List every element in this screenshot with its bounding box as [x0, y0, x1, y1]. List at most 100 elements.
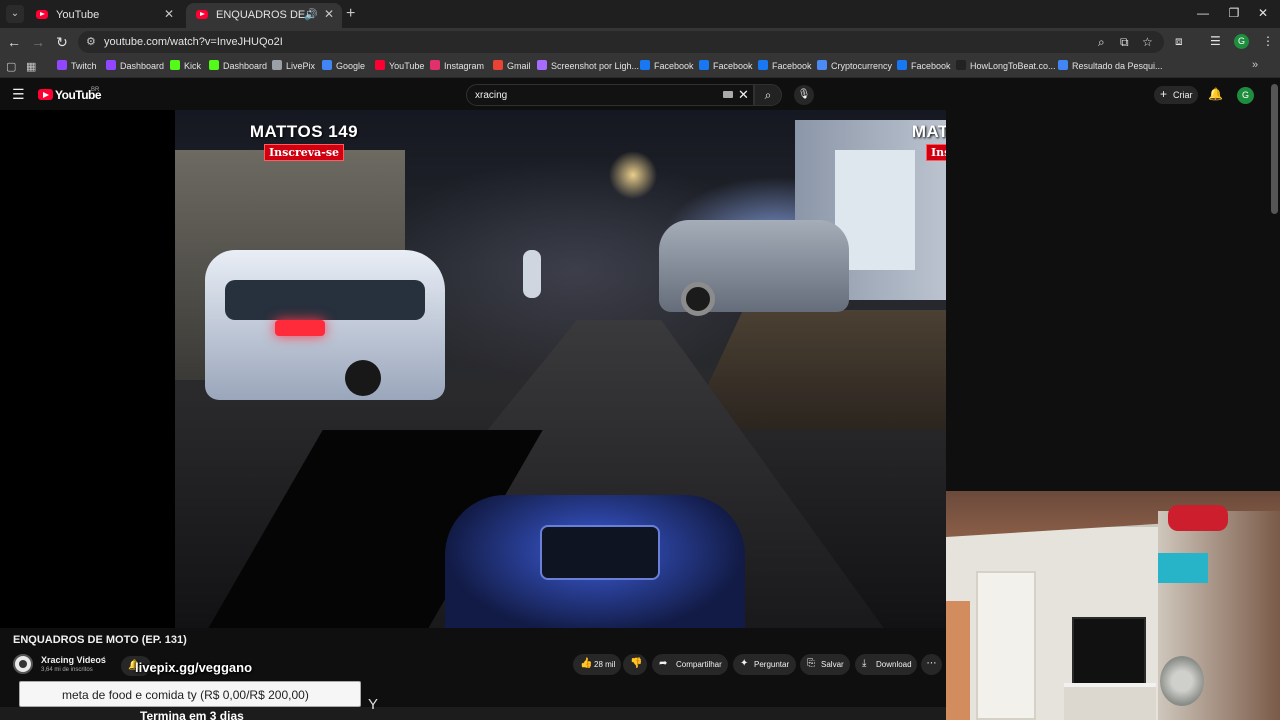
bookmark-label: Facebook — [713, 61, 753, 71]
channel-name[interactable]: Xracing Videos — [41, 655, 106, 665]
hamburger-menu-icon[interactable]: ☰ — [12, 86, 25, 103]
like-count: 28 mil — [594, 660, 616, 669]
bookmark-label: Facebook — [911, 61, 951, 71]
bookmark-item[interactable]: LivePix — [272, 60, 315, 74]
facebook-icon — [758, 60, 768, 70]
tab-close-icon[interactable]: ✕ — [164, 7, 174, 21]
bookmark-item[interactable]: Gmail — [493, 60, 531, 74]
google-icon — [1058, 60, 1068, 70]
reload-icon[interactable]: ↻ — [54, 34, 70, 50]
thumbs-down-icon: 👎 — [630, 658, 643, 669]
youtube-favicon-icon — [196, 10, 208, 19]
video-player[interactable]: MATTOS 149 Inscreva-se MATTOS 149 Inscre… — [0, 110, 946, 628]
speaker-icon[interactable]: 🔊 — [304, 8, 318, 21]
car-window — [225, 280, 425, 320]
bookmark-item[interactable]: Instagram — [430, 60, 484, 74]
ask-button[interactable]: ✦ Perguntar — [733, 654, 796, 675]
restore-icon[interactable]: ❐ — [1227, 6, 1241, 20]
account-avatar[interactable]: G — [1237, 87, 1254, 104]
bookmark-item[interactable]: Facebook — [640, 60, 694, 74]
webcam-feed — [946, 491, 1280, 720]
browser-tab-video[interactable]: ENQUADROS DE MOTO (EP. 131) 🔊 ✕ — [186, 3, 342, 28]
bookmark-item[interactable]: Google — [322, 60, 365, 74]
more-bookmarks-icon[interactable]: » — [1252, 59, 1258, 71]
site-info-icon[interactable]: ⚙ — [86, 35, 96, 48]
create-button[interactable]: + Criar — [1154, 86, 1198, 104]
search-button[interactable]: ⌕ — [754, 84, 782, 106]
bookmark-label: Kick — [184, 61, 202, 71]
tab-search-icon[interactable]: ⌄ — [6, 5, 24, 23]
save-button[interactable]: ⎘ Salvar — [800, 654, 850, 675]
bookmark-item[interactable]: Facebook — [699, 60, 753, 74]
install-app-icon[interactable]: ⧉ — [1120, 35, 1129, 50]
back-arrow-icon[interactable]: ← — [6, 34, 22, 50]
donation-link-overlay: livepix.gg/veggano — [135, 660, 253, 675]
bookmark-label: HowLongToBeat.co... — [970, 61, 1056, 71]
twitch-icon — [57, 60, 67, 70]
reading-list-icon[interactable]: ☰ — [1210, 34, 1221, 48]
page-scrollbar[interactable] — [1271, 84, 1278, 214]
browser-tab-youtube[interactable]: YouTube ✕ — [26, 3, 182, 28]
watermark-subscribe: Inscreva-se — [263, 144, 345, 161]
new-tab-icon[interactable]: + — [346, 5, 355, 23]
profile-avatar[interactable]: G — [1234, 34, 1249, 49]
close-window-icon[interactable]: ✕ — [1256, 6, 1270, 20]
ask-label: Perguntar — [754, 660, 790, 669]
lightshot-icon — [537, 60, 547, 70]
dislike-button[interactable]: 👎 — [623, 654, 647, 675]
share-label: Compartilhar — [676, 660, 722, 669]
search-input[interactable]: xracing ✕ — [466, 84, 754, 106]
watermark-title: MATTOS 149 — [911, 122, 946, 141]
notifications-bell-icon[interactable]: 🔔 — [1208, 87, 1223, 101]
forward-arrow-icon[interactable]: → — [30, 34, 46, 50]
voice-search-button[interactable]: 🎙 — [794, 85, 814, 105]
zoom-icon[interactable]: ⌕ — [1098, 35, 1105, 50]
kebab-menu-icon[interactable]: ⋮ — [1262, 34, 1274, 48]
bookmark-item[interactable]: Facebook — [758, 60, 812, 74]
bookmark-star-icon[interactable]: ☆ — [1142, 35, 1153, 49]
clear-search-icon[interactable]: ✕ — [738, 87, 749, 103]
all-bookmarks-icon[interactable]: ▢ — [6, 60, 16, 73]
facebook-icon — [897, 60, 907, 70]
keyboard-icon[interactable] — [723, 91, 733, 98]
channel-watermark-left: MATTOS 149 Inscreva-se — [239, 122, 369, 161]
apps-grid-icon[interactable]: ▦ — [26, 60, 36, 73]
minimize-icon[interactable]: — — [1196, 6, 1210, 20]
tab-title: YouTube — [56, 9, 100, 21]
bookmark-item[interactable]: Kick — [170, 60, 201, 74]
search-query-text[interactable]: xracing — [475, 90, 507, 101]
address-bar[interactable]: ⚙ youtube.com/watch?v=InveJHUQo2I ⌕ ⧉ ☆ — [78, 31, 1164, 53]
bookmark-item[interactable]: YouTube — [375, 60, 424, 74]
bookmark-item[interactable]: HowLongToBeat.co... — [956, 60, 1056, 74]
scene-motorcycle-dashboard — [445, 495, 745, 628]
extensions-icon[interactable]: ⧈ — [1175, 34, 1183, 49]
watermark-title: MATTOS 149 — [249, 122, 359, 141]
bookmark-item[interactable]: Facebook — [897, 60, 951, 74]
bookmark-item[interactable]: Dashboard — [209, 60, 267, 74]
url-text[interactable]: youtube.com/watch?v=InveJHUQo2I — [104, 36, 283, 48]
gmail-icon — [493, 60, 503, 70]
youtube-logo-icon[interactable] — [38, 89, 53, 100]
bookmark-item[interactable]: Cryptocurrency — [817, 60, 892, 74]
video-frame[interactable]: MATTOS 149 Inscreva-se MATTOS 149 Inscre… — [175, 110, 946, 628]
plus-icon: + — [1160, 87, 1168, 101]
microphone-icon: 🎙 — [797, 89, 811, 100]
taskbar-y-logo-icon: Y — [368, 696, 379, 713]
tab-title: ENQUADROS DE MOTO (EP. 131) — [216, 9, 312, 21]
download-button[interactable]: ⤓ Download — [855, 654, 917, 675]
subscriber-count: 3,64 mi de inscritos — [41, 667, 93, 673]
bookmark-item[interactable]: Twitch — [57, 60, 97, 74]
more-actions-icon[interactable]: ⋯ — [921, 654, 942, 675]
kick-icon — [170, 60, 180, 70]
share-button[interactable]: ➦ Compartilhar — [652, 654, 728, 675]
car-wheel — [345, 360, 381, 396]
tab-close-icon[interactable]: ✕ — [324, 7, 334, 21]
google-icon — [322, 60, 332, 70]
goal-text: meta de food e comida ty (R$ 0,00/R$ 200… — [62, 688, 309, 702]
like-button[interactable]: 👍 28 mil — [573, 654, 621, 675]
bookmark-item[interactable]: Screenshot por Ligh... — [537, 60, 639, 74]
bookmark-item[interactable]: Resultado da Pesqui... — [1058, 60, 1163, 74]
globe-icon — [817, 60, 827, 70]
bookmark-item[interactable]: Dashboard — [106, 60, 164, 74]
channel-avatar[interactable] — [13, 654, 33, 674]
